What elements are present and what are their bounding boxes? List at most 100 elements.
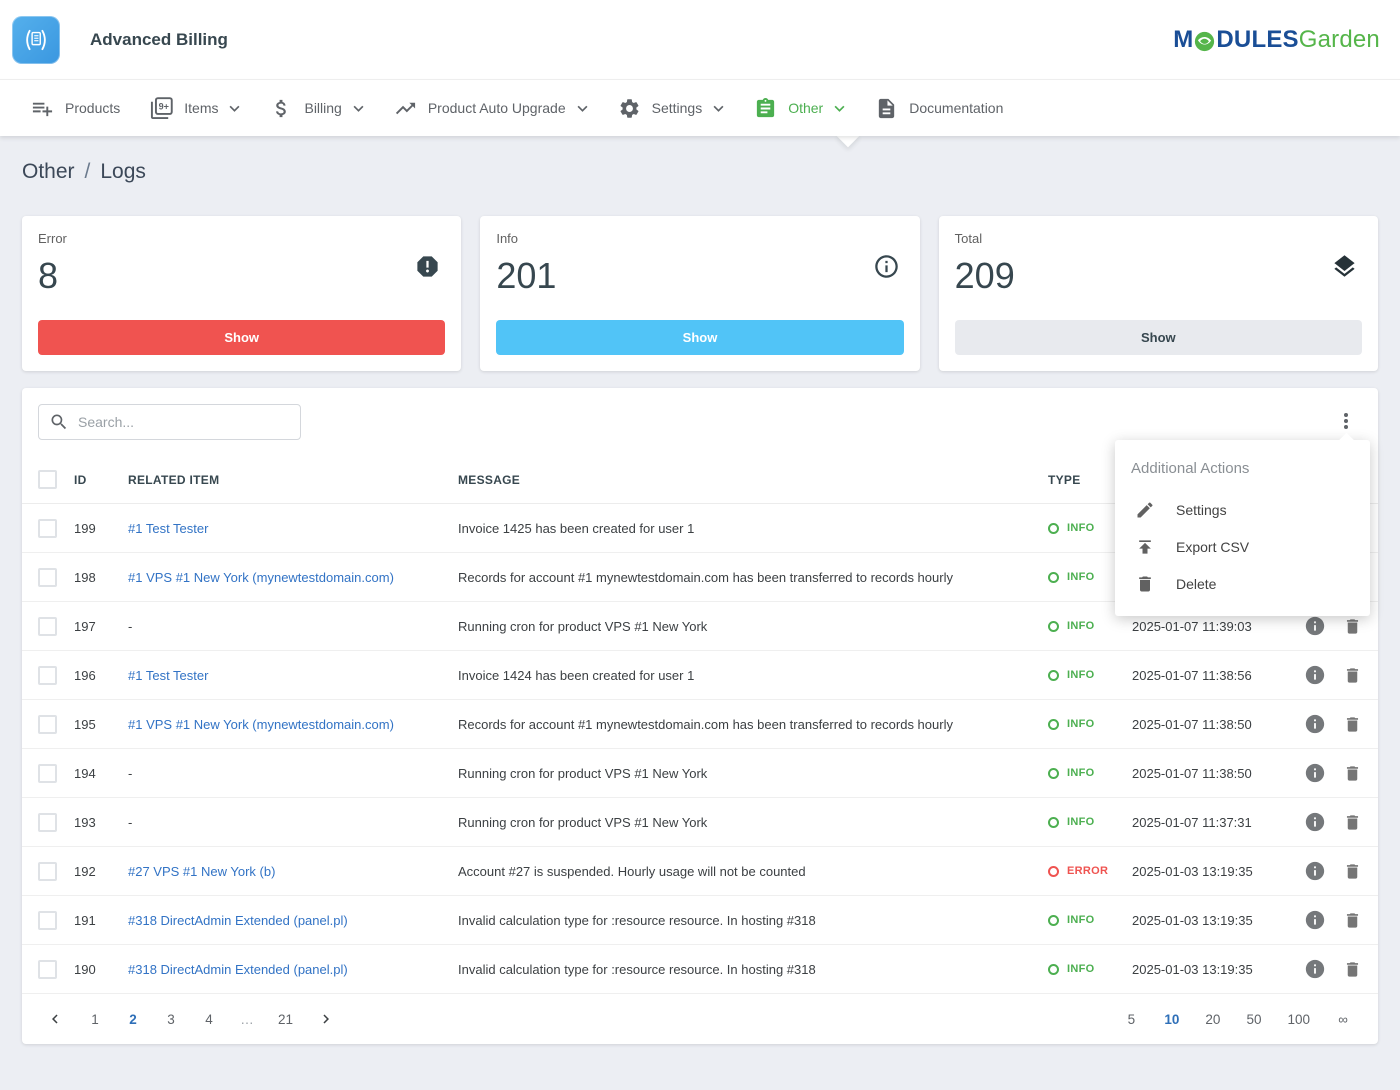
row-info-button[interactable] (1304, 811, 1326, 833)
menu-item-delete[interactable]: Delete (1115, 565, 1370, 602)
row-checkbox[interactable] (38, 666, 57, 685)
type-badge: INFO (1048, 620, 1132, 632)
modulesgarden-logo: M DULES Garden (1173, 26, 1380, 54)
page-size-option[interactable]: 100 (1287, 1012, 1310, 1027)
page-size-option[interactable]: 50 (1246, 1012, 1261, 1027)
log-message: Running cron for product VPS #1 New York (458, 619, 1048, 634)
type-label: INFO (1067, 522, 1094, 534)
row-checkbox[interactable] (38, 911, 57, 930)
breadcrumb-section[interactable]: Other (22, 160, 75, 184)
row-delete-button[interactable] (1343, 617, 1362, 636)
row-delete-button[interactable] (1343, 813, 1362, 832)
more-actions-button[interactable] (1334, 409, 1358, 433)
status-ring-icon (1048, 572, 1059, 583)
nav-label: Documentation (909, 100, 1003, 116)
chevron-down-icon (229, 105, 240, 112)
row-delete-button[interactable] (1343, 764, 1362, 783)
row-info-button[interactable] (1304, 713, 1326, 735)
select-all-checkbox[interactable] (38, 470, 57, 489)
show-info-button[interactable]: Show (496, 320, 903, 355)
status-ring-icon (1048, 866, 1059, 877)
page-size-option[interactable]: 5 (1124, 1012, 1138, 1027)
related-item-link[interactable]: #1 Test Tester (128, 521, 458, 536)
nav-item-products[interactable]: Products (16, 80, 135, 136)
page-number[interactable]: 1 (88, 1012, 102, 1027)
related-item-link[interactable]: #27 VPS #1 New York (b) (128, 864, 458, 879)
stat-value: 201 (496, 255, 556, 297)
nav-item-other[interactable]: Other (739, 80, 860, 136)
info-outline-icon (873, 253, 900, 297)
show-errors-button[interactable]: Show (38, 320, 445, 355)
page-size-option-active[interactable]: 10 (1164, 1012, 1179, 1027)
status-ring-icon (1048, 523, 1059, 534)
column-header-related-item[interactable]: RELATED ITEM (128, 473, 458, 487)
nav-item-settings[interactable]: Settings (603, 80, 740, 136)
row-checkbox[interactable] (38, 715, 57, 734)
additional-actions-menu: Additional Actions Settings Export CSV D… (1115, 440, 1370, 616)
row-delete-button[interactable] (1343, 960, 1362, 979)
stat-label: Info (496, 231, 556, 246)
dollar-icon (270, 97, 293, 120)
page: Advanced Billing M DULES Garden Products… (0, 0, 1400, 1090)
brand-text: Garden (1299, 26, 1380, 54)
row-checkbox[interactable] (38, 960, 57, 979)
related-item-link[interactable]: #1 Test Tester (128, 668, 458, 683)
row-info-button[interactable] (1304, 664, 1326, 686)
row-delete-button[interactable] (1343, 911, 1362, 930)
table-row: 196 #1 Test Tester Invoice 1424 has been… (22, 651, 1378, 700)
log-id: 194 (74, 766, 128, 781)
row-checkbox[interactable] (38, 617, 57, 636)
page-size-option[interactable]: 20 (1205, 1012, 1220, 1027)
related-item-link[interactable]: #1 VPS #1 New York (mynewtestdomain.com) (128, 717, 458, 732)
trash-icon (1343, 862, 1362, 881)
main-nav: Products 9+ Items Billing Product Auto U… (0, 80, 1400, 136)
info-circle-icon (1304, 615, 1326, 637)
menu-item-settings[interactable]: Settings (1115, 491, 1370, 528)
row-checkbox[interactable] (38, 813, 57, 832)
column-header-message[interactable]: MESSAGE (458, 473, 1048, 487)
row-info-button[interactable] (1304, 860, 1326, 882)
row-checkbox[interactable] (38, 764, 57, 783)
row-info-button[interactable] (1304, 958, 1326, 980)
type-label: ERROR (1067, 865, 1108, 877)
type-badge: ERROR (1048, 865, 1132, 877)
related-item-link[interactable]: #318 DirectAdmin Extended (panel.pl) (128, 913, 458, 928)
search-input[interactable] (78, 414, 290, 430)
show-total-button[interactable]: Show (955, 320, 1362, 355)
page-size-option[interactable]: ∞ (1336, 1012, 1350, 1027)
related-item-link[interactable]: #1 VPS #1 New York (mynewtestdomain.com) (128, 570, 458, 585)
nav-item-items[interactable]: 9+ Items (135, 80, 255, 136)
row-delete-button[interactable] (1343, 862, 1362, 881)
row-checkbox[interactable] (38, 519, 57, 538)
page-number-active[interactable]: 2 (126, 1012, 140, 1027)
page-number[interactable]: 21 (278, 1012, 293, 1027)
row-checkbox[interactable] (38, 862, 57, 881)
type-badge: INFO (1048, 914, 1132, 926)
globe-icon (1194, 31, 1215, 52)
related-item-link[interactable]: #318 DirectAdmin Extended (panel.pl) (128, 962, 458, 977)
row-info-button[interactable] (1304, 615, 1326, 637)
previous-page-button[interactable] (46, 1010, 64, 1028)
menu-item-export-csv[interactable]: Export CSV (1115, 528, 1370, 565)
nav-item-billing[interactable]: Billing (255, 80, 378, 136)
page-number[interactable]: 3 (164, 1012, 178, 1027)
row-info-button[interactable] (1304, 909, 1326, 931)
status-ring-icon (1048, 670, 1059, 681)
related-item-link: - (128, 619, 458, 634)
row-checkbox[interactable] (38, 568, 57, 587)
log-date: 2025-01-07 11:37:31 (1132, 815, 1304, 830)
column-header-id[interactable]: ID (74, 473, 128, 487)
row-info-button[interactable] (1304, 762, 1326, 784)
row-delete-button[interactable] (1343, 715, 1362, 734)
log-message: Account #27 is suspended. Hourly usage w… (458, 864, 1048, 879)
row-delete-button[interactable] (1343, 666, 1362, 685)
nav-label: Items (184, 100, 218, 116)
page-number[interactable]: 4 (202, 1012, 216, 1027)
table-row: 192 #27 VPS #1 New York (b) Account #27 … (22, 847, 1378, 896)
table-row: 191 #318 DirectAdmin Extended (panel.pl)… (22, 896, 1378, 945)
total-stat-card: Total 209 Show (939, 216, 1378, 371)
next-page-button[interactable] (317, 1010, 335, 1028)
nav-item-product-auto-upgrade[interactable]: Product Auto Upgrade (379, 80, 603, 136)
info-circle-icon (1304, 664, 1326, 686)
nav-item-documentation[interactable]: Documentation (860, 80, 1018, 136)
